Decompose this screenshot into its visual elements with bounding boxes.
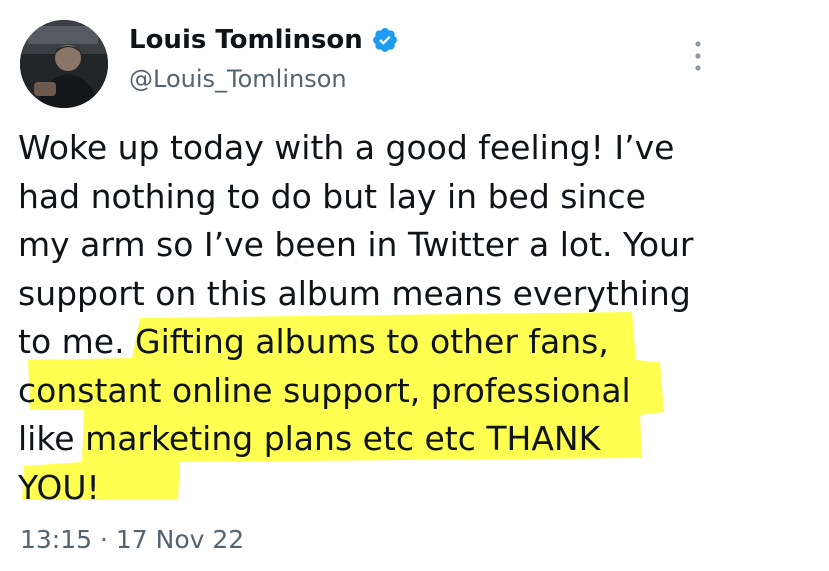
meta-separator: · xyxy=(100,525,108,554)
tweet-text-line: support on this album means everything xyxy=(18,273,691,313)
tweet-text-line: my arm so I’ve been in Twitter a lot. Yo… xyxy=(18,225,694,264)
tweet-text-line: to me. Gifting albums to other fans, xyxy=(18,322,609,361)
avatar[interactable] xyxy=(20,20,108,108)
author-handle[interactable]: @Louis_Tomlinson xyxy=(129,64,347,94)
verified-badge-icon xyxy=(371,26,399,54)
tweet-date[interactable]: 17 Nov 22 xyxy=(116,525,244,554)
tweet-time[interactable]: 13:15 xyxy=(20,525,92,554)
avatar-image xyxy=(20,20,108,108)
tweet-text-line: Woke up today with a good feeling! I’ve xyxy=(18,128,675,167)
tweet-text-line: had nothing to do but lay in bed since xyxy=(18,176,646,216)
author-name-text[interactable]: Louis Tomlinson xyxy=(129,24,363,56)
author-display-name[interactable]: Louis Tomlinson xyxy=(129,24,399,56)
tweet-text-line: like marketing plans etc etc THANK xyxy=(18,419,601,458)
tweet-timestamp[interactable]: 13:15 · 17 Nov 22 xyxy=(20,523,244,557)
tweet-text-line: constant online support, professional xyxy=(18,370,631,410)
tweet-text: Woke up today with a good feeling! I’ve … xyxy=(18,124,798,512)
more-options-icon[interactable] xyxy=(684,36,712,76)
tweet-text-line: YOU! xyxy=(18,467,100,507)
